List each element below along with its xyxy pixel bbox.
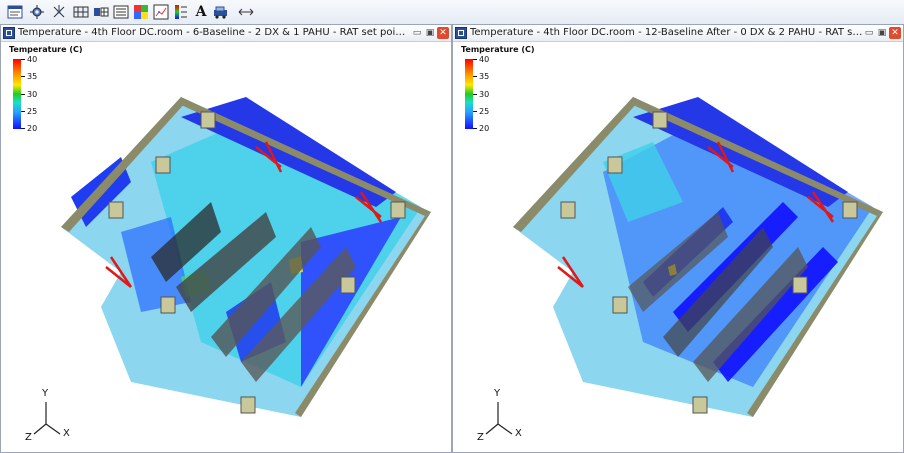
window-titlebar[interactable]: Temperature - 4th Floor DC.room - 12-Bas… xyxy=(453,25,903,42)
window-titlebar[interactable]: Temperature - 4th Floor DC.room - 6-Base… xyxy=(1,25,451,42)
close-icon[interactable]: ✕ xyxy=(889,27,901,39)
axis-triad: Y X Z xyxy=(21,388,81,444)
axis-x-label: X xyxy=(63,428,70,439)
grid-icon[interactable] xyxy=(92,3,110,21)
color-grid-icon[interactable] xyxy=(132,3,150,21)
cfd-room-view[interactable] xyxy=(453,42,903,452)
axis-x-label: X xyxy=(515,428,522,439)
minimize-icon[interactable]: ▭ xyxy=(411,27,423,39)
plot-icon[interactable] xyxy=(152,3,170,21)
window-title: Temperature - 4th Floor DC.room - 12-Bas… xyxy=(470,27,863,38)
restore-icon[interactable]: ▣ xyxy=(876,27,888,39)
legend-icon[interactable] xyxy=(172,3,190,21)
gear-flow-icon[interactable] xyxy=(28,3,46,21)
vehicle-icon[interactable] xyxy=(212,3,230,21)
properties-icon[interactable] xyxy=(6,3,24,21)
mesh-icon[interactable] xyxy=(72,3,90,21)
axis-triad: Y X Z xyxy=(473,388,533,444)
fan-icon[interactable] xyxy=(50,3,68,21)
result-window-before[interactable]: Temperature - 4th Floor DC.room - 6-Base… xyxy=(0,24,452,453)
cfd-room-view[interactable] xyxy=(1,42,451,452)
close-icon[interactable]: ✕ xyxy=(437,27,449,39)
minimize-icon[interactable]: ▭ xyxy=(863,27,875,39)
window-app-icon xyxy=(455,27,467,39)
window-app-icon xyxy=(3,27,15,39)
list-icon[interactable] xyxy=(112,3,130,21)
axis-y-label: Y xyxy=(42,388,49,399)
restore-icon[interactable]: ▣ xyxy=(424,27,436,39)
result-window-after[interactable]: Temperature - 4th Floor DC.room - 12-Bas… xyxy=(452,24,904,453)
move-icon[interactable] xyxy=(236,3,256,21)
window-title: Temperature - 4th Floor DC.room - 6-Base… xyxy=(18,27,411,38)
toolbar: A xyxy=(0,0,904,25)
text-icon[interactable]: A xyxy=(192,3,210,21)
axis-z-label: Z xyxy=(477,432,484,443)
axis-z-label: Z xyxy=(25,432,32,443)
axis-y-label: Y xyxy=(494,388,501,399)
